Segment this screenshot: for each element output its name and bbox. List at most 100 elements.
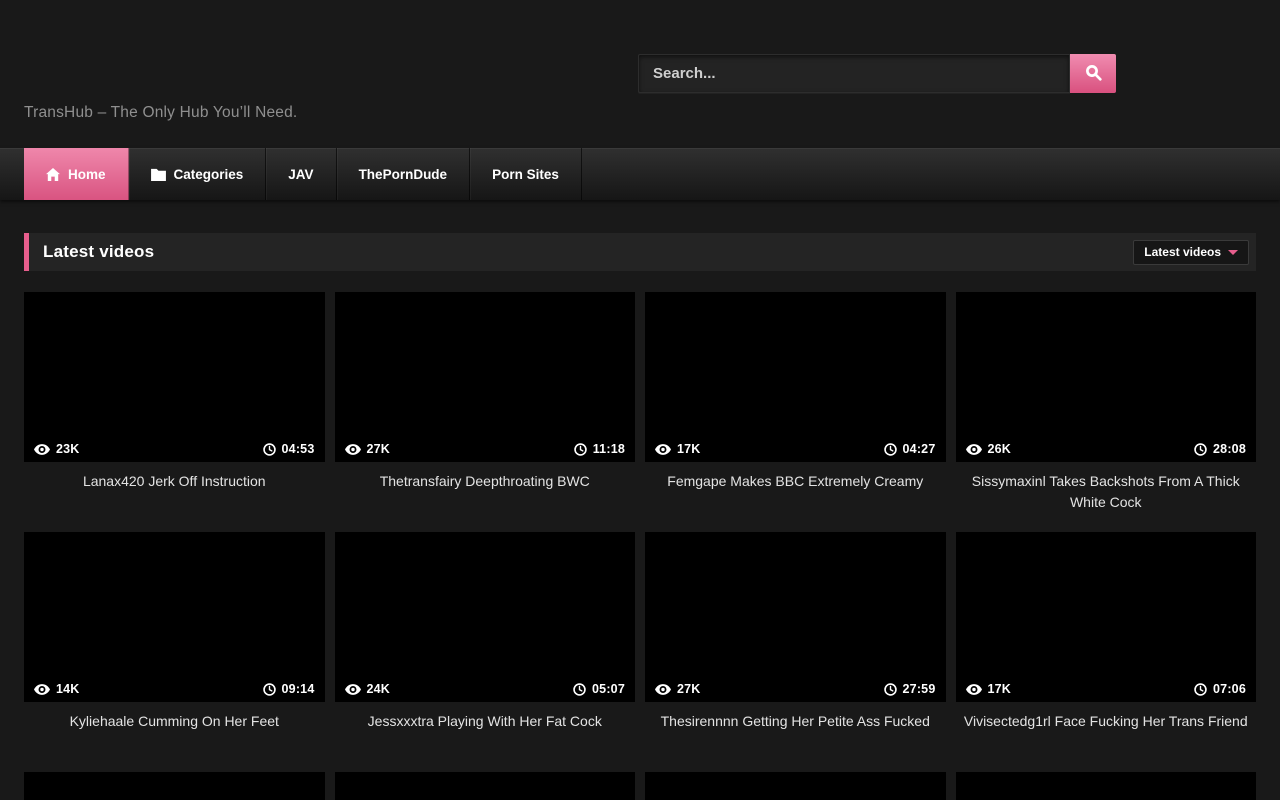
view-count: 17K bbox=[988, 682, 1012, 696]
views-stat: 17K bbox=[966, 682, 1012, 696]
video-thumbnail[interactable]: 17K 04:27 bbox=[645, 292, 946, 462]
duration: 28:08 bbox=[1213, 442, 1246, 456]
sort-dropdown-label: Latest videos bbox=[1144, 245, 1221, 259]
eye-icon bbox=[34, 684, 50, 695]
nav-item-categories: Categories bbox=[129, 148, 267, 200]
video-title[interactable]: Sissymaxinl Takes Backshots From A Thick… bbox=[956, 471, 1257, 513]
video-card[interactable]: 27K 27:59 Thesirennnn Getting Her Petite… bbox=[645, 532, 946, 772]
views-stat: 26K bbox=[966, 442, 1012, 456]
view-count: 27K bbox=[367, 442, 391, 456]
video-thumbnail[interactable]: 27K 27:59 bbox=[645, 532, 946, 702]
video-card[interactable]: 17K 07:06 Vivisectedg1rl Face Fucking He… bbox=[956, 532, 1257, 772]
nav-label: Porn Sites bbox=[492, 167, 559, 182]
duration: 27:59 bbox=[903, 682, 936, 696]
video-thumbnail[interactable] bbox=[24, 772, 325, 800]
search-icon bbox=[1085, 64, 1102, 84]
video-title[interactable]: Thetransfairy Deepthroating BWC bbox=[335, 471, 636, 492]
sort-dropdown-button[interactable]: Latest videos bbox=[1133, 240, 1249, 265]
view-count: 14K bbox=[56, 682, 80, 696]
nav-item-jav: JAV bbox=[266, 148, 336, 200]
video-thumbnail[interactable]: 27K 11:18 bbox=[335, 292, 636, 462]
site-header: TransHub – The Only Hub You’ll Need. bbox=[0, 0, 1280, 148]
video-title[interactable]: Femgape Makes BBC Extremely Creamy bbox=[645, 471, 946, 492]
section-title: Latest videos bbox=[43, 242, 154, 262]
video-card[interactable]: 26K 28:08 Sissymaxinl Takes Backshots Fr… bbox=[956, 292, 1257, 532]
video-thumbnail[interactable] bbox=[956, 772, 1257, 800]
nav-link-home[interactable]: Home bbox=[24, 148, 129, 200]
video-stats: 14K 09:14 bbox=[24, 676, 325, 702]
views-stat: 17K bbox=[655, 442, 701, 456]
video-stats: 26K 28:08 bbox=[956, 436, 1257, 462]
nav-link-theporndude[interactable]: ThePornDude bbox=[337, 148, 471, 200]
duration-stat: 11:18 bbox=[574, 442, 625, 456]
duration-stat: 05:07 bbox=[573, 682, 625, 696]
nav-link-categories[interactable]: Categories bbox=[129, 148, 267, 200]
duration-stat: 04:53 bbox=[263, 442, 315, 456]
video-card[interactable]: 24K 05:07 Jessxxxtra Playing With Her Fa… bbox=[335, 532, 636, 772]
main-content: Latest videos Latest videos 23K 04:53 bbox=[24, 233, 1256, 800]
duration-stat: 28:08 bbox=[1194, 442, 1246, 456]
views-stat: 27K bbox=[345, 442, 391, 456]
view-count: 24K bbox=[367, 682, 391, 696]
duration-stat: 27:59 bbox=[884, 682, 936, 696]
video-stats: 17K 04:27 bbox=[645, 436, 946, 462]
nav-link-porn-sites[interactable]: Porn Sites bbox=[470, 148, 582, 200]
video-stats: 24K 05:07 bbox=[335, 676, 636, 702]
video-thumbnail[interactable]: 23K 04:53 bbox=[24, 292, 325, 462]
video-stats: 17K 07:06 bbox=[956, 676, 1257, 702]
video-title[interactable]: Thesirennnn Getting Her Petite Ass Fucke… bbox=[645, 711, 946, 732]
clock-icon bbox=[574, 443, 587, 456]
search-input[interactable] bbox=[638, 54, 1070, 93]
eye-icon bbox=[966, 444, 982, 455]
video-card[interactable]: 17K 04:27 Femgape Makes BBC Extremely Cr… bbox=[645, 292, 946, 532]
duration: 04:53 bbox=[282, 442, 315, 456]
video-thumbnail[interactable] bbox=[645, 772, 946, 800]
eye-icon bbox=[966, 684, 982, 695]
nav-label: Home bbox=[68, 167, 106, 182]
video-title[interactable]: Jessxxxtra Playing With Her Fat Cock bbox=[335, 711, 636, 732]
nav-item-porn-sites: Porn Sites bbox=[470, 148, 582, 200]
clock-icon bbox=[263, 683, 276, 696]
folder-icon bbox=[151, 168, 166, 181]
video-title[interactable]: Lanax420 Jerk Off Instruction bbox=[24, 471, 325, 492]
clock-icon bbox=[573, 683, 586, 696]
clock-icon bbox=[1194, 443, 1207, 456]
nav-link-jav[interactable]: JAV bbox=[266, 148, 336, 200]
views-stat: 27K bbox=[655, 682, 701, 696]
view-count: 17K bbox=[677, 442, 701, 456]
nav-item-home: Home bbox=[24, 148, 129, 200]
eye-icon bbox=[34, 444, 50, 455]
duration: 11:18 bbox=[593, 442, 625, 456]
video-thumbnail[interactable]: 26K 28:08 bbox=[956, 292, 1257, 462]
video-card[interactable]: 23K 04:53 Lanax420 Jerk Off Instruction bbox=[24, 292, 325, 532]
video-title[interactable]: Vivisectedg1rl Face Fucking Her Trans Fr… bbox=[956, 711, 1257, 732]
clock-icon bbox=[263, 443, 276, 456]
video-card[interactable]: 14K 09:14 Kyliehaale Cumming On Her Feet bbox=[24, 532, 325, 772]
home-icon bbox=[46, 168, 60, 181]
search-button[interactable] bbox=[1070, 54, 1116, 93]
view-count: 23K bbox=[56, 442, 80, 456]
video-thumbnail[interactable] bbox=[335, 772, 636, 800]
main-nav: Home Categories JAV ThePornDude bbox=[0, 148, 1280, 200]
nav-list: Home Categories JAV ThePornDude bbox=[24, 148, 1280, 200]
eye-icon bbox=[655, 444, 671, 455]
video-thumbnail[interactable]: 24K 05:07 bbox=[335, 532, 636, 702]
eye-icon bbox=[345, 684, 361, 695]
duration-stat: 09:14 bbox=[263, 682, 315, 696]
nav-label: ThePornDude bbox=[359, 167, 448, 182]
duration-stat: 07:06 bbox=[1194, 682, 1246, 696]
caret-down-icon bbox=[1228, 250, 1238, 255]
video-thumbnail[interactable]: 14K 09:14 bbox=[24, 532, 325, 702]
clock-icon bbox=[884, 443, 897, 456]
video-title[interactable]: Kyliehaale Cumming On Her Feet bbox=[24, 711, 325, 732]
site-tagline: TransHub – The Only Hub You’ll Need. bbox=[24, 104, 297, 122]
duration: 09:14 bbox=[282, 682, 315, 696]
duration: 07:06 bbox=[1213, 682, 1246, 696]
views-stat: 23K bbox=[34, 442, 80, 456]
video-thumbnail[interactable]: 17K 07:06 bbox=[956, 532, 1257, 702]
section-header: Latest videos Latest videos bbox=[24, 233, 1256, 271]
video-card[interactable]: 27K 11:18 Thetransfairy Deepthroating BW… bbox=[335, 292, 636, 532]
video-stats: 27K 27:59 bbox=[645, 676, 946, 702]
video-stats: 23K 04:53 bbox=[24, 436, 325, 462]
video-grid: 23K 04:53 Lanax420 Jerk Off Instruction … bbox=[24, 292, 1256, 800]
